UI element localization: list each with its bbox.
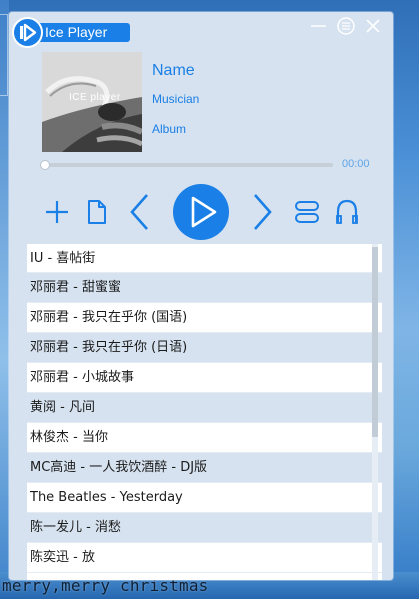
time-display: 00:00 bbox=[342, 158, 370, 170]
track-musician: Musician bbox=[152, 92, 200, 106]
album-cover: ICE player bbox=[42, 52, 142, 152]
track-album: Album bbox=[152, 122, 187, 136]
desktop-background-left bbox=[0, 0, 9, 599]
list-toggle-icon[interactable] bbox=[294, 198, 320, 226]
progress-bar[interactable] bbox=[40, 160, 333, 170]
menu-icon[interactable] bbox=[335, 15, 357, 37]
player-window: Ice Player ICE player Name Musician Albu… bbox=[9, 12, 393, 580]
scrollbar-thumb[interactable] bbox=[372, 247, 378, 437]
playlist-scrollbar[interactable] bbox=[372, 244, 378, 580]
playlist-item[interactable]: 邓丽君 - 我只在乎你 (国语) bbox=[27, 303, 382, 333]
playlist-item[interactable]: 陈一发儿 - 消愁 bbox=[27, 513, 382, 543]
desktop-edge-notch bbox=[0, 14, 8, 96]
chevron-left-icon[interactable] bbox=[127, 192, 153, 232]
logo-icon bbox=[12, 17, 43, 48]
playlist-item[interactable]: 黄阅 - 凡间 bbox=[27, 393, 382, 423]
progress-handle[interactable] bbox=[40, 160, 50, 170]
track-name: Name bbox=[152, 62, 195, 79]
playlist[interactable]: IU - 喜帖街 邓丽君 - 甜蜜蜜 邓丽君 - 我只在乎你 (国语) 邓丽君 - 我… bbox=[27, 244, 382, 580]
app-title: Ice Player bbox=[45, 24, 108, 40]
play-button[interactable] bbox=[173, 184, 229, 240]
plus-icon[interactable] bbox=[43, 198, 71, 226]
playlist-item[interactable]: 邓丽君 - 我只在乎你 (日语) bbox=[27, 333, 382, 363]
app-logo: Ice Player bbox=[12, 17, 142, 48]
playlist-item[interactable]: 陈奕迅 - 放 bbox=[27, 543, 382, 573]
minimize-icon[interactable] bbox=[308, 15, 330, 37]
playlist-item[interactable]: The Beatles - Yesterday bbox=[27, 483, 382, 513]
playlist-item[interactable]: 林俊杰 - 当你 bbox=[27, 423, 382, 453]
playlist-item[interactable]: IU - 喜帖街 bbox=[27, 244, 382, 273]
playlist-item[interactable]: MC高迪 - 一人我饮酒醉 - DJ版 bbox=[27, 453, 382, 483]
chevron-right-icon[interactable] bbox=[249, 192, 275, 232]
cover-text: ICE player bbox=[69, 92, 121, 103]
playlist-item[interactable]: 邓丽君 - 小城故事 bbox=[27, 363, 382, 393]
playlist-item[interactable]: 邓丽君 - 甜蜜蜜 bbox=[27, 273, 382, 303]
window-controls bbox=[308, 15, 388, 37]
file-icon[interactable] bbox=[86, 198, 108, 226]
play-icon bbox=[191, 196, 217, 228]
headphones-icon[interactable] bbox=[334, 197, 360, 227]
close-icon[interactable] bbox=[362, 15, 384, 37]
